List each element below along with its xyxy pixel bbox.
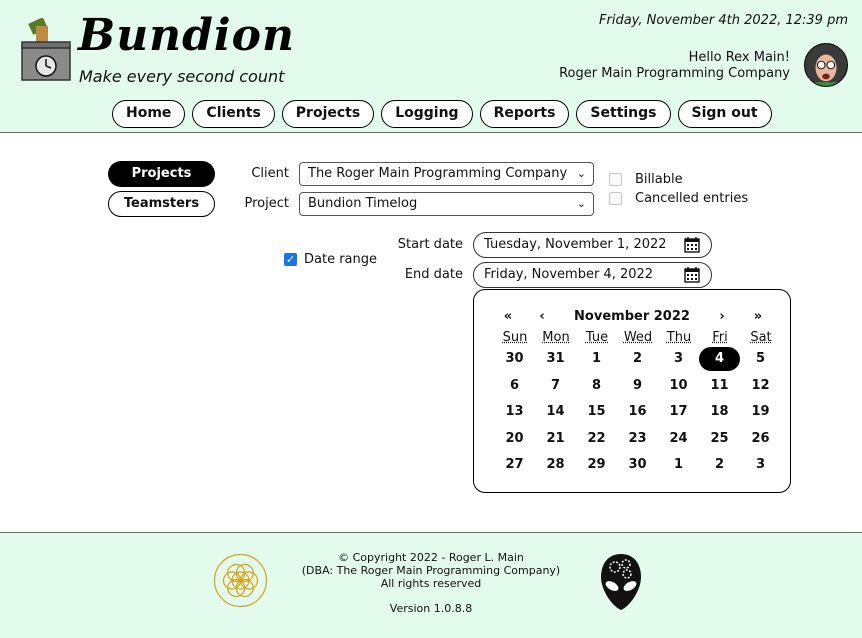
version-text: Version 1.0.8.8: [389, 602, 473, 615]
calendar-day[interactable]: 30: [494, 347, 535, 371]
prev-year-button[interactable]: «: [498, 309, 518, 324]
calendar-day[interactable]: 21: [535, 427, 576, 451]
end-date-label: End date: [404, 267, 463, 282]
calendar-day[interactable]: 31: [535, 347, 576, 371]
calendar-day[interactable]: 25: [699, 427, 740, 451]
chevron-down-icon: ⌄: [576, 197, 586, 210]
calendar-day[interactable]: 22: [576, 427, 617, 451]
calendar-day[interactable]: 1: [576, 347, 617, 371]
start-date-input[interactable]: Tuesday, November 1, 2022: [473, 232, 712, 258]
nav-clients-button[interactable]: Clients: [192, 100, 275, 128]
nav-sign-out-button[interactable]: Sign out: [677, 100, 772, 128]
teamsters-tab[interactable]: Teamsters: [108, 191, 215, 217]
start-date-label: Start date: [397, 237, 463, 252]
next-year-button[interactable]: »: [748, 309, 768, 324]
weekday-header: Fri: [712, 330, 728, 345]
calendar-day[interactable]: 2: [617, 347, 658, 371]
calendar-day[interactable]: 3: [740, 453, 781, 477]
calendar-month-title[interactable]: November 2022: [564, 309, 700, 324]
client-select-value: The Roger Main Programming Company: [308, 166, 568, 181]
start-date-value: Tuesday, November 1, 2022: [484, 237, 667, 252]
copyright-text: © Copyright 2022 - Roger L. Main: [338, 551, 524, 564]
company-name: Roger Main Programming Company: [559, 66, 790, 81]
calendar-day[interactable]: 16: [617, 400, 658, 424]
billable-checkbox[interactable]: [609, 173, 622, 186]
calendar-day[interactable]: 13: [494, 400, 535, 424]
nav-reports-button[interactable]: Reports: [479, 100, 570, 128]
calendar-icon[interactable]: [684, 236, 700, 253]
project-select-value: Bundion Timelog: [308, 196, 418, 211]
footer: © Copyright 2022 - Roger L. Main (DBA: T…: [0, 532, 862, 638]
nav-projects-button[interactable]: Projects: [281, 100, 375, 128]
weekday-header: Sun: [502, 330, 528, 345]
cancelled-label: Cancelled entries: [635, 191, 749, 206]
calendar-day[interactable]: 23: [617, 427, 658, 451]
calendar-day[interactable]: 4: [699, 347, 740, 371]
date-range-label: Date range: [304, 252, 378, 267]
prev-month-button[interactable]: ‹: [534, 309, 550, 324]
main-nav: Home Clients Projects Logging Reports Se…: [112, 100, 772, 128]
calendar-day[interactable]: 12: [740, 374, 781, 398]
calendar-icon[interactable]: [684, 266, 700, 283]
calendar-day[interactable]: 15: [576, 400, 617, 424]
project-label: Project: [244, 196, 289, 211]
calendar-day[interactable]: 5: [740, 347, 781, 371]
weekday-header: Thu: [666, 330, 692, 345]
project-select[interactable]: Bundion Timelog ⌄: [299, 192, 594, 216]
dba-text: (DBA: The Roger Main Programming Company…: [301, 564, 561, 577]
calendar-header: « ‹ November 2022 › »: [474, 309, 790, 325]
nav-logging-button[interactable]: Logging: [381, 100, 473, 128]
projects-tab[interactable]: Projects: [108, 161, 215, 187]
calendar-day[interactable]: 7: [535, 374, 576, 398]
alien-gears-icon: [601, 554, 641, 610]
calendar-day[interactable]: 19: [740, 400, 781, 424]
chevron-down-icon: ⌄: [576, 167, 586, 180]
ballot-box-clock-icon: [21, 18, 71, 81]
header: Bundion Make every second count Friday, …: [0, 0, 862, 133]
tagline: Make every second count: [79, 67, 285, 86]
calendar-day[interactable]: 24: [658, 427, 699, 451]
calendar-day[interactable]: 26: [740, 427, 781, 451]
weekday-header: Tue: [585, 330, 609, 345]
next-month-button[interactable]: ›: [714, 309, 730, 324]
billable-label: Billable: [635, 172, 683, 187]
calendar-day[interactable]: 3: [658, 347, 699, 371]
calendar-day[interactable]: 10: [658, 374, 699, 398]
calendar-day[interactable]: 29: [576, 453, 617, 477]
calendar-day[interactable]: 27: [494, 453, 535, 477]
calendar-day[interactable]: 14: [535, 400, 576, 424]
greeting-text: Hello Rex Main!: [688, 50, 790, 65]
calendar-day[interactable]: 11: [699, 374, 740, 398]
brand-logo-text: Bundion: [78, 10, 295, 61]
calendar-day[interactable]: 30: [617, 453, 658, 477]
client-select[interactable]: The Roger Main Programming Company ⌄: [299, 162, 594, 186]
calendar-day[interactable]: 9: [617, 374, 658, 398]
date-range-checkbox[interactable]: ✓: [284, 253, 297, 266]
current-datetime: Friday, November 4th 2022, 12:39 pm: [599, 13, 848, 28]
weekday-header: Sat: [750, 330, 772, 345]
calendar-day[interactable]: 1: [658, 453, 699, 477]
user-greeting: Hello Rex Main! Roger Main Programming C…: [559, 50, 790, 82]
nav-home-button[interactable]: Home: [112, 100, 186, 128]
avatar[interactable]: [804, 43, 848, 87]
calendar-day[interactable]: 2: [699, 453, 740, 477]
weekday-header: Mon: [542, 330, 570, 345]
rights-text: All rights reserved: [380, 577, 482, 590]
date-picker-popup: « ‹ November 2022 › » Sun Mon Tue Wed Thu Fri…: [473, 289, 791, 493]
calendar-day[interactable]: 8: [576, 374, 617, 398]
calendar-day[interactable]: 18: [699, 400, 740, 424]
end-date-value: Friday, November 4, 2022: [484, 267, 654, 282]
calendar-day[interactable]: 28: [535, 453, 576, 477]
weekday-header: Wed: [623, 330, 653, 345]
calendar-day[interactable]: 17: [658, 400, 699, 424]
client-label: Client: [251, 166, 289, 181]
calendar-day[interactable]: 20: [494, 427, 535, 451]
cancelled-checkbox[interactable]: [609, 192, 622, 205]
nav-settings-button[interactable]: Settings: [576, 100, 671, 128]
calendar-day[interactable]: 6: [494, 374, 535, 398]
end-date-input[interactable]: Friday, November 4, 2022: [473, 262, 712, 288]
